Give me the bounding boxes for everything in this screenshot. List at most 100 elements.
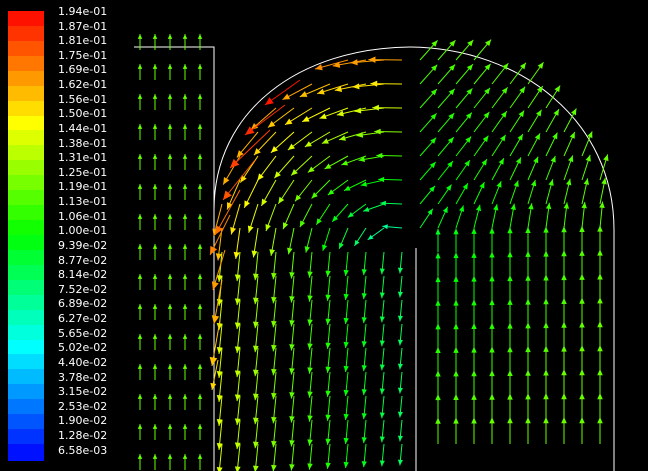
velocity-vector (491, 157, 505, 181)
velocity-vector (525, 274, 531, 300)
velocity-vector (473, 181, 485, 205)
velocity-vector (527, 156, 539, 181)
velocity-vector (397, 443, 403, 466)
velocity-vector (471, 346, 477, 372)
velocity-vector (599, 201, 605, 229)
velocity-vector (509, 203, 516, 229)
velocity-vector (507, 251, 513, 276)
velocity-vector (419, 88, 438, 109)
velocity-vector (370, 80, 403, 87)
velocity-vector (561, 345, 567, 372)
velocity-vector (491, 63, 509, 85)
velocity-vector (397, 419, 403, 442)
velocity-vector (304, 227, 313, 253)
velocity-vector (271, 323, 277, 352)
velocity-vector (561, 393, 567, 420)
velocity-vector (152, 364, 158, 380)
color-scale-tick-label: 1.81e-01 (58, 34, 108, 48)
velocity-vector (563, 108, 577, 133)
velocity-vector (239, 155, 259, 183)
velocity-vector (167, 124, 173, 140)
velocity-vector (325, 323, 331, 349)
velocity-vector (182, 424, 188, 440)
velocity-vector (543, 321, 549, 348)
velocity-vector (361, 299, 367, 324)
velocity-vector (527, 85, 544, 109)
velocity-vector (327, 179, 349, 196)
velocity-vector (509, 157, 522, 181)
velocity-vector (343, 395, 349, 421)
color-scale-tick-label: 1.38e-01 (58, 136, 108, 150)
velocity-vector (277, 179, 295, 204)
velocity-vector (152, 34, 158, 50)
velocity-vector (453, 417, 459, 444)
velocity-vector (197, 34, 203, 50)
velocity-vector (343, 323, 349, 349)
velocity-vector (597, 273, 603, 300)
velocity-vector (545, 132, 558, 157)
velocity-vector (435, 299, 441, 324)
velocity-vector (325, 275, 331, 301)
velocity-vector (543, 250, 549, 276)
velocity-vector (527, 61, 544, 85)
color-scale-tick-label: 8.77e-02 (58, 253, 108, 267)
velocity-vector (489, 227, 495, 252)
velocity-vector (397, 299, 403, 322)
velocity-vector (471, 228, 477, 252)
velocity-vector (137, 154, 143, 170)
velocity-vector (209, 319, 221, 367)
velocity-vector (545, 108, 560, 133)
velocity-vector (419, 208, 434, 229)
velocity-vector (561, 321, 567, 348)
velocity-vector (197, 94, 203, 110)
color-scale-tick-label: 1.69e-01 (58, 63, 108, 77)
velocity-vector (197, 454, 203, 470)
velocity-vector (527, 179, 537, 205)
velocity-vector (361, 443, 367, 468)
velocity-vector (579, 417, 585, 444)
velocity-vector (455, 39, 474, 61)
velocity-vector (471, 275, 477, 300)
velocity-vector (419, 161, 437, 181)
velocity-vector (197, 274, 203, 290)
velocity-vector (307, 155, 331, 173)
velocity-vector (233, 227, 241, 260)
velocity-vector (271, 371, 277, 400)
velocity-vector (561, 274, 567, 300)
velocity-vector (338, 227, 349, 250)
velocity-vector (473, 63, 492, 85)
velocity-vector (152, 184, 158, 200)
velocity-vector (209, 214, 231, 256)
velocity-vector (545, 202, 552, 229)
velocity-vector (543, 274, 549, 300)
velocity-vector (507, 322, 513, 348)
velocity-vector (325, 251, 331, 277)
velocity-vector (453, 252, 459, 276)
velocity-vector (167, 364, 173, 380)
velocity-vector (289, 275, 295, 303)
velocity-vector (182, 274, 188, 290)
velocity-vector (137, 274, 143, 290)
velocity-vector (599, 154, 609, 181)
velocity-vector (525, 298, 531, 324)
velocity-vector (325, 347, 331, 373)
velocity-vector (379, 395, 385, 419)
color-scale-tick-label: 1.94e-01 (58, 5, 108, 18)
color-scale-tick-label: 1.31e-01 (58, 151, 108, 165)
velocity-vector (307, 323, 313, 350)
velocity-vector (265, 203, 277, 232)
velocity-vector (343, 443, 349, 469)
velocity-vector (361, 347, 367, 372)
color-band (8, 444, 44, 461)
velocity-vector (379, 251, 385, 275)
velocity-vector (137, 244, 143, 260)
velocity-vector (152, 124, 158, 140)
color-scale-tick-label: 3.78e-02 (58, 370, 108, 384)
velocity-vector (271, 395, 277, 424)
velocity-vector (269, 227, 277, 256)
velocity-vector (378, 176, 403, 183)
velocity-vector (273, 155, 295, 179)
color-scale-tick-label: 4.40e-02 (58, 355, 108, 369)
color-scale-tick-label: 1.90e-02 (58, 414, 108, 428)
velocity-vector (182, 394, 188, 410)
